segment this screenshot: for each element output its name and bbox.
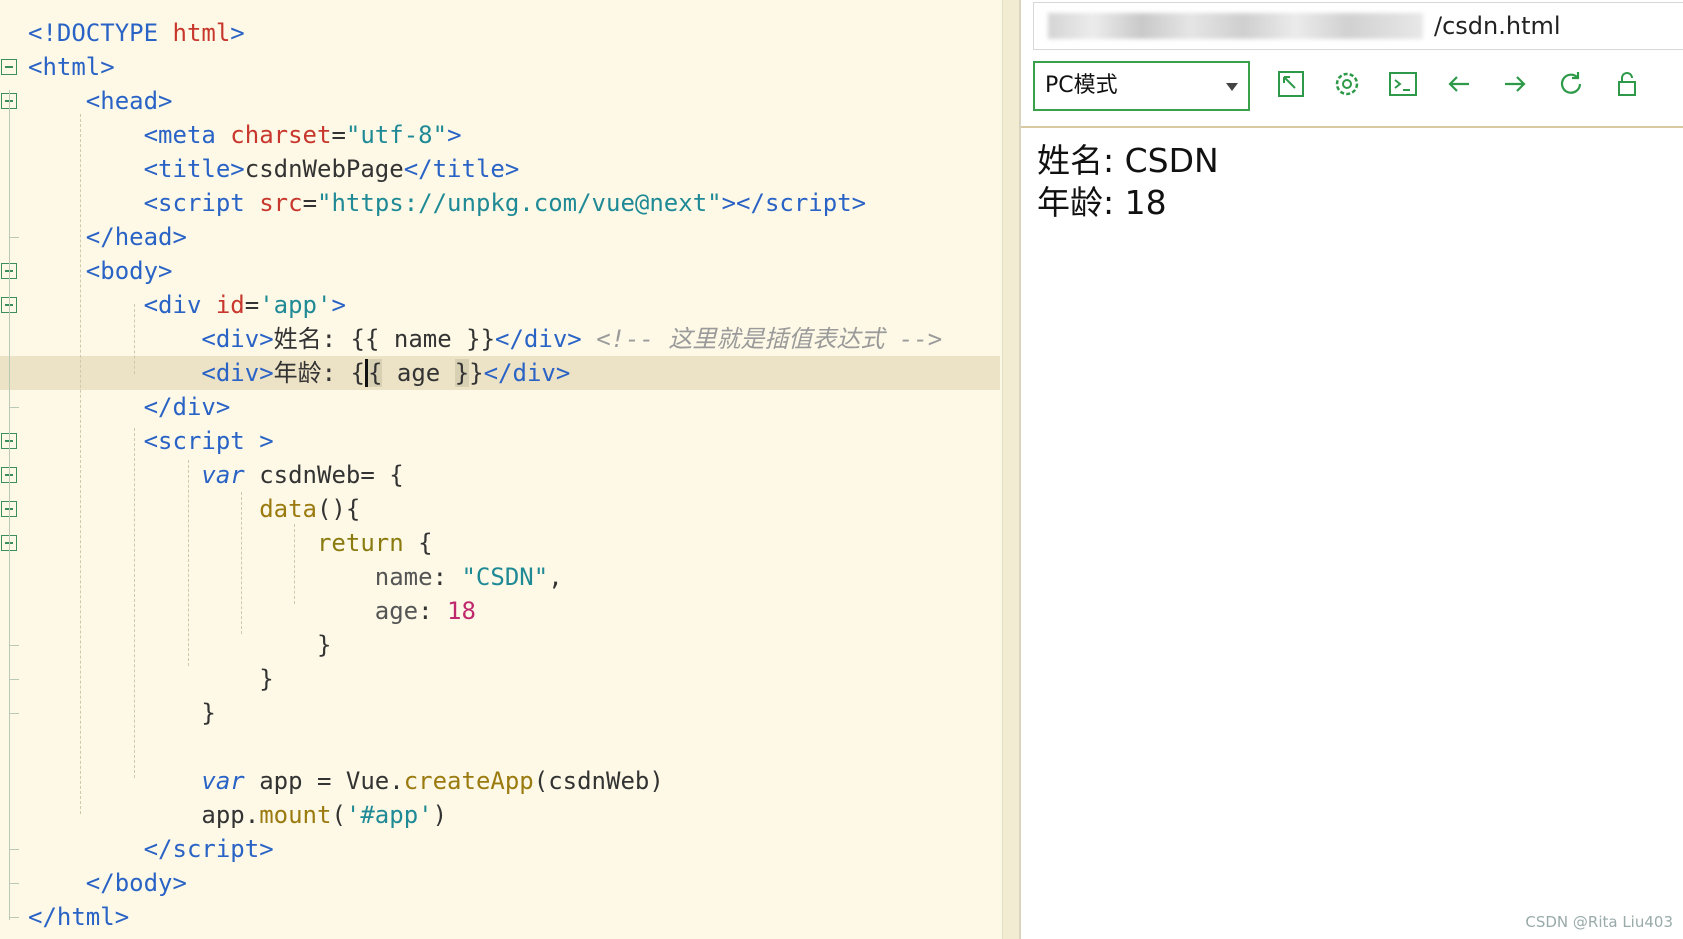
- code-text: </html>: [28, 903, 130, 931]
- url-redacted: [1048, 13, 1423, 39]
- browser-preview: /csdn.html PC模式 姓名: CSDN 年龄: 18: [1021, 0, 1683, 939]
- code-line[interactable]: <meta charset="utf-8">: [0, 118, 1000, 152]
- expand-icon[interactable]: [1275, 68, 1307, 100]
- code-editor[interactable]: <!DOCTYPE html> <html> <head> <meta chars…: [0, 0, 1000, 939]
- code-text: }: [28, 631, 332, 659]
- indent-guide: [134, 304, 135, 374]
- code-line[interactable]: app.mount('#app'): [0, 798, 1000, 832]
- settings-icon[interactable]: [1331, 68, 1363, 100]
- fold-end-marker: [9, 917, 19, 918]
- forward-arrow-icon[interactable]: [1499, 68, 1531, 100]
- code-line[interactable]: <body>: [0, 254, 1000, 288]
- indent-guide: [294, 524, 295, 604]
- code-text: <title>csdnWebPage</title>: [143, 155, 520, 183]
- code-line[interactable]: }: [0, 662, 1000, 696]
- code-line[interactable]: }: [0, 696, 1000, 730]
- code-text: <html>: [28, 53, 115, 81]
- indent-guide: [188, 460, 189, 666]
- code-text: </div>: [143, 393, 231, 421]
- fold-end-marker: [9, 679, 19, 680]
- fold-end-marker: [9, 849, 19, 850]
- name-output: 姓名: CSDN: [1037, 141, 1219, 180]
- code-line[interactable]: }: [0, 628, 1000, 662]
- code-text: </script>: [143, 835, 274, 863]
- code-line[interactable]: </div>: [0, 390, 1000, 424]
- indent-guide: [241, 492, 242, 634]
- code-text: <script >: [143, 427, 274, 455]
- code-text: name: "CSDN",: [374, 563, 563, 591]
- code-line[interactable]: <script >: [0, 424, 1000, 458]
- browser-toolbar: PC模式: [1021, 56, 1683, 128]
- code-line[interactable]: </head>: [0, 220, 1000, 254]
- indent-guide: [80, 114, 81, 814]
- code-text: <!DOCTYPE html>: [28, 19, 245, 47]
- code-text: data(){: [259, 495, 361, 523]
- code-text: </body>: [85, 869, 187, 897]
- lock-icon[interactable]: [1611, 68, 1643, 100]
- code-text: <div>年龄: {{ age }}</div>: [201, 359, 571, 387]
- console-icon[interactable]: [1387, 68, 1419, 100]
- code-text: }: [28, 699, 216, 727]
- code-line[interactable]: <!DOCTYPE html>: [0, 16, 1000, 50]
- code-text: return {: [316, 529, 433, 557]
- mode-select[interactable]: PC模式: [1033, 61, 1250, 111]
- code-text: age: 18: [374, 597, 476, 625]
- code-line[interactable]: var csdnWeb= {: [0, 458, 1000, 492]
- back-arrow-icon[interactable]: [1443, 68, 1475, 100]
- code-text: var app = Vue.createApp(csdnWeb): [201, 767, 664, 795]
- code-line[interactable]: </html>: [0, 900, 1000, 934]
- code-line[interactable]: <script src="https://unpkg.com/vue@next"…: [0, 186, 1000, 220]
- fold-toggle-icon[interactable]: [1, 59, 17, 75]
- code-line[interactable]: <div>年龄: {{ age }}</div>: [0, 356, 1000, 390]
- code-line[interactable]: <title>csdnWebPage</title>: [0, 152, 1000, 186]
- fold-end-marker: [9, 883, 19, 884]
- refresh-icon[interactable]: [1555, 68, 1587, 100]
- age-output: 年龄: 18: [1037, 183, 1167, 222]
- code-line[interactable]: <html>: [0, 50, 1000, 84]
- code-line[interactable]: return {: [0, 526, 1000, 560]
- code-text: app.mount('#app'): [28, 801, 448, 829]
- code-line[interactable]: data(){: [0, 492, 1000, 526]
- fold-end-marker: [9, 645, 19, 646]
- mode-select-label: PC模式: [1045, 73, 1118, 98]
- fold-end-marker: [9, 407, 19, 408]
- code-line[interactable]: name: "CSDN",: [0, 560, 1000, 594]
- code-text: }: [28, 665, 274, 693]
- fold-end-marker: [9, 713, 19, 714]
- code-text: <div>姓名: {{ name }}</div> <!-- 这里就是插值表达式…: [201, 325, 943, 353]
- url-text: /csdn.html: [1434, 12, 1561, 40]
- code-text: var csdnWeb= {: [201, 461, 404, 489]
- fold-guide: [9, 90, 10, 920]
- code-line[interactable]: </script>: [0, 832, 1000, 866]
- code-line[interactable]: <div>姓名: {{ name }}</div> <!-- 这里就是插值表达式…: [0, 322, 1000, 356]
- address-bar[interactable]: /csdn.html: [1033, 2, 1683, 50]
- code-text: <meta charset="utf-8">: [143, 121, 462, 149]
- code-text: <head>: [85, 87, 173, 115]
- code-line[interactable]: <div id='app'>: [0, 288, 1000, 322]
- watermark: CSDN @Rita Liu403: [1525, 913, 1673, 931]
- code-text: <script src="https://unpkg.com/vue@next"…: [143, 189, 867, 217]
- code-text: </head>: [85, 223, 187, 251]
- chevron-down-icon: [1226, 83, 1238, 91]
- code-line[interactable]: [0, 730, 1000, 764]
- rendered-page: 姓名: CSDN 年龄: 18: [1037, 140, 1219, 224]
- indent-guide: [134, 428, 135, 778]
- code-line[interactable]: var app = Vue.createApp(csdnWeb): [0, 764, 1000, 798]
- code-line[interactable]: age: 18: [0, 594, 1000, 628]
- code-line[interactable]: </body>: [0, 866, 1000, 900]
- code-text: <body>: [85, 257, 173, 285]
- code-line[interactable]: <head>: [0, 84, 1000, 118]
- fold-end-marker: [9, 237, 19, 238]
- code-text: <div id='app'>: [143, 291, 346, 319]
